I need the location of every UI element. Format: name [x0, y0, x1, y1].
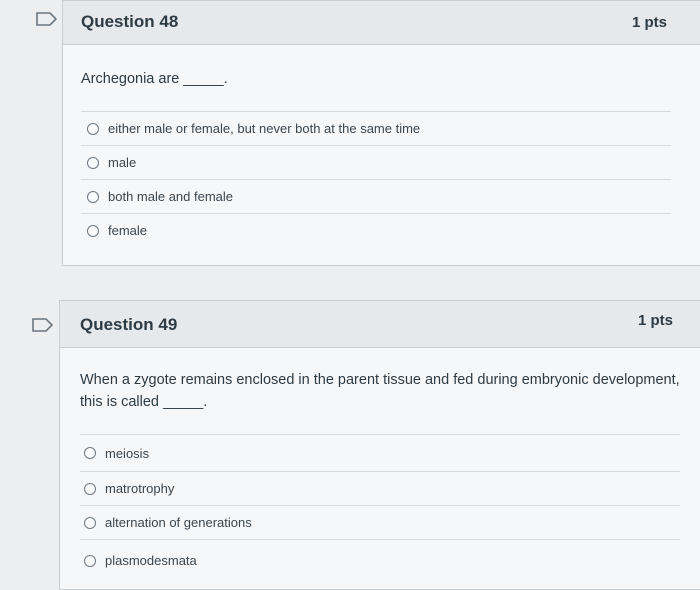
answer-option[interactable]: either male or female, but never both at…	[81, 111, 671, 145]
radio-icon[interactable]	[84, 447, 96, 459]
question-text-body: Archegonia are	[81, 71, 180, 87]
answer-label: meiosis	[105, 445, 150, 461]
question-title: Question 49	[80, 315, 178, 334]
answer-option[interactable]: male	[81, 145, 671, 179]
answer-label: alternation of generations	[105, 515, 252, 530]
answer-option[interactable]: both male and female	[81, 179, 671, 213]
answer-label: either male or female, but never both at…	[108, 121, 421, 136]
radio-icon[interactable]	[87, 122, 99, 135]
answer-option[interactable]: alternation of generations	[80, 505, 680, 539]
radio-icon[interactable]	[87, 156, 99, 169]
answer-label: plasmodesmata	[105, 553, 197, 568]
answer-label: both male and female	[108, 189, 234, 204]
question-text: When a zygote remains enclosed in the pa…	[80, 369, 680, 413]
answer-blank: _____.	[183, 71, 228, 87]
answer-option[interactable]: meiosis	[80, 434, 680, 471]
answer-label: matrotrophy	[105, 481, 175, 496]
question-card: Question 49 1 pts When a zygote remains …	[59, 300, 700, 590]
answer-blank: _____.	[163, 394, 208, 410]
answer-label: male	[108, 155, 137, 170]
answer-label: female	[108, 223, 148, 238]
answer-option[interactable]: female	[81, 213, 671, 247]
question-text: Archegonia are _____.	[81, 68, 228, 90]
question-card: Question 48 1 pts Archegonia are _____. …	[62, 0, 700, 266]
radio-icon[interactable]	[84, 554, 96, 567]
radio-icon[interactable]	[84, 482, 96, 495]
question-header: Question 49 1 pts	[60, 301, 700, 348]
answer-option[interactable]: matrotrophy	[80, 471, 680, 505]
radio-icon[interactable]	[87, 224, 99, 237]
radio-icon[interactable]	[84, 516, 96, 529]
flag-icon[interactable]	[36, 12, 58, 26]
question-header: Question 48 1 pts	[63, 1, 700, 45]
question-points: 1 pts	[637, 312, 673, 329]
answer-option[interactable]: plasmodesmata	[80, 539, 680, 581]
flag-icon[interactable]	[32, 318, 54, 332]
radio-icon[interactable]	[87, 190, 99, 203]
question-title: Question 48	[81, 12, 179, 31]
question-points: 1 pts	[631, 14, 667, 31]
